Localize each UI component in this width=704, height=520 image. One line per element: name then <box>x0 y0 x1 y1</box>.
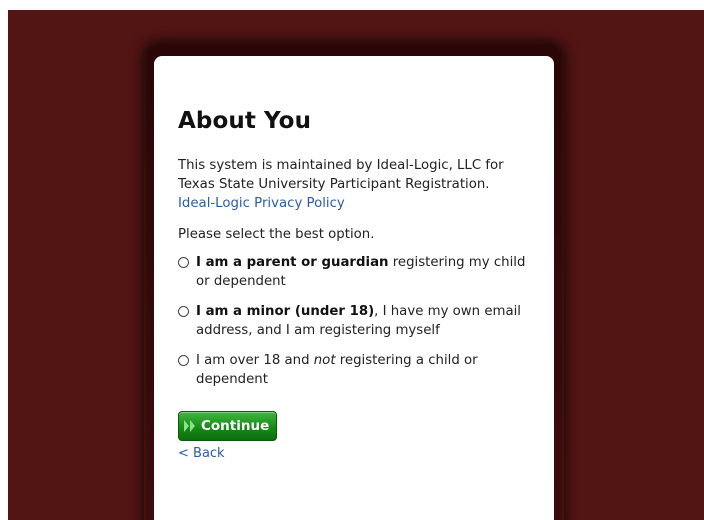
select-prompt: Please select the best option. <box>178 227 375 242</box>
option-parent-guardian-label: I am a parent or guardian registering my… <box>196 253 536 291</box>
continue-label: Continue <box>201 418 270 434</box>
option-adult-before: I am over 18 and <box>196 353 314 368</box>
privacy-policy-link[interactable]: Ideal-Logic Privacy Policy <box>178 196 345 211</box>
option-parent-guardian[interactable]: I am a parent or guardian registering my… <box>178 253 536 291</box>
back-link[interactable]: < Back <box>178 446 536 461</box>
intro-paragraph: This system is maintained by Ideal-Logic… <box>178 156 536 213</box>
radio-parent-guardian[interactable] <box>178 257 189 268</box>
option-adult-italic: not <box>313 353 336 368</box>
page-title: About You <box>178 108 312 134</box>
about-you-card: About You This system is maintained by I… <box>154 56 554 520</box>
option-minor-bold: I am a minor (under 18) <box>196 304 375 319</box>
role-options: I am a parent or guardian registering my… <box>178 253 536 389</box>
option-minor[interactable]: I am a minor (under 18), I have my own e… <box>178 302 536 340</box>
continue-button[interactable]: Continue <box>178 411 278 441</box>
double-chevron-right-icon <box>183 419 197 433</box>
option-minor-label: I am a minor (under 18), I have my own e… <box>196 302 536 340</box>
radio-minor[interactable] <box>178 306 189 317</box>
option-adult[interactable]: I am over 18 and not registering a child… <box>178 351 536 389</box>
radio-adult[interactable] <box>178 355 189 366</box>
option-parent-guardian-bold: I am a parent or guardian <box>196 255 389 270</box>
intro-text: This system is maintained by Ideal-Logic… <box>178 158 504 192</box>
option-adult-label: I am over 18 and not registering a child… <box>196 351 536 389</box>
